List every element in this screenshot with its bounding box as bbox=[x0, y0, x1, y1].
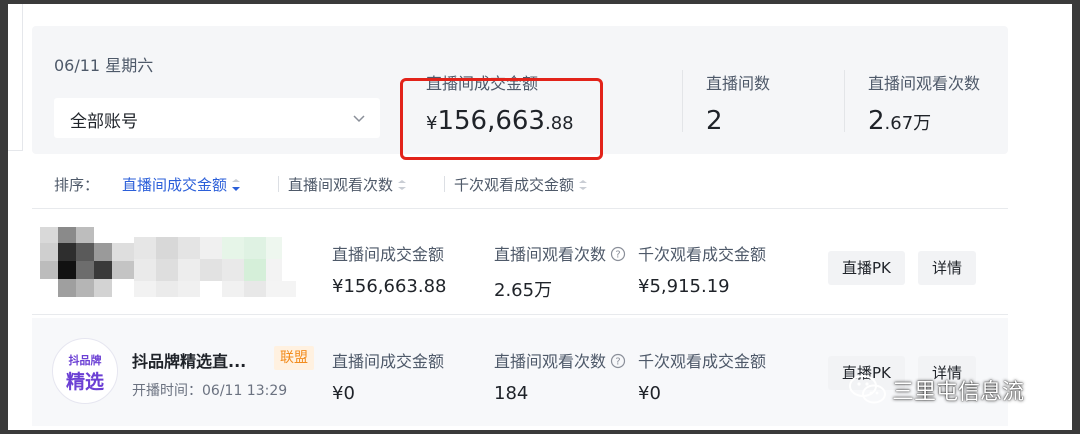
row-gmv-column: 直播间成交金额 ¥0 bbox=[332, 348, 444, 404]
sort-option-gmv[interactable]: 直播间成交金额 bbox=[122, 174, 241, 195]
store-logo-line2: 精选 bbox=[65, 371, 104, 393]
sort-icon bbox=[579, 179, 588, 190]
sort-option-label: 直播间观看次数 bbox=[288, 176, 394, 194]
row-per-thousand-column: 千次观看成交金额 ¥0 bbox=[638, 348, 766, 404]
highlight-box bbox=[400, 78, 603, 160]
metric-views-label: 直播间观看次数 bbox=[868, 74, 981, 93]
sort-option-label: 千次观看成交金额 bbox=[454, 176, 575, 194]
info-icon[interactable]: ? bbox=[610, 353, 626, 369]
row-per-thousand-label: 千次观看成交金额 bbox=[638, 352, 767, 371]
divider bbox=[32, 208, 1008, 209]
svg-text:?: ? bbox=[615, 250, 620, 261]
row-gmv-label: 直播间成交金额 bbox=[332, 352, 445, 371]
live-pk-button[interactable]: 直播PK bbox=[828, 251, 905, 285]
live-room-row: 抖品牌 精选 抖品牌精选直... 联盟 开播时间：06/11 13:29 直播间… bbox=[32, 318, 1008, 426]
metric-views-value: 2.67万 bbox=[868, 106, 980, 136]
blurred-thumbnail-image bbox=[40, 227, 296, 297]
row-views-label-text: 直播间观看次数 bbox=[494, 245, 607, 264]
start-time: 开播时间：06/11 13:29 bbox=[132, 383, 288, 399]
row-per-thousand-label: 千次观看成交金额 bbox=[638, 245, 767, 264]
chevron-down-icon bbox=[353, 115, 365, 123]
sort-icon bbox=[398, 179, 407, 190]
sort-desc-icon bbox=[232, 178, 241, 191]
sort-divider bbox=[444, 176, 445, 192]
row-gmv-column: 直播间成交金额 ¥156,663.88 bbox=[332, 241, 447, 297]
info-icon[interactable]: ? bbox=[610, 246, 626, 262]
sort-label: 排序： bbox=[54, 176, 100, 194]
row-views-label: 直播间观看次数? bbox=[494, 348, 626, 372]
metric-views-value-decimal: .67万 bbox=[884, 113, 932, 134]
row-views-value: 184 bbox=[494, 383, 529, 404]
dashboard-panel: 06/11 星期六 全部账号 直播间成交金额 ¥156,663.88 直播间数 … bbox=[8, 4, 1072, 430]
metric-room-count: 直播间数 2 bbox=[706, 70, 770, 136]
room-name[interactable]: 抖品牌精选直... bbox=[132, 348, 246, 372]
metric-views: 直播间观看次数 2.67万 bbox=[868, 70, 980, 136]
watermark-text: 三里屯信息流 bbox=[892, 380, 1025, 405]
details-button[interactable]: 详情 bbox=[918, 251, 977, 285]
row-views-label-text: 直播间观看次数 bbox=[494, 352, 607, 371]
sort-option-label: 直播间成交金额 bbox=[122, 176, 228, 194]
summary-card: 06/11 星期六 全部账号 直播间成交金额 ¥156,663.88 直播间数 … bbox=[32, 26, 1008, 160]
sort-option-per-thousand[interactable]: 千次观看成交金额 bbox=[454, 174, 588, 195]
left-edge-panel bbox=[8, 4, 23, 151]
row-gmv-label: 直播间成交金额 bbox=[332, 245, 445, 264]
metric-room-count-value: 2 bbox=[706, 106, 770, 136]
row-views-column: 直播间观看次数? 2.65万 bbox=[494, 241, 626, 302]
row-per-thousand-value: ¥0 bbox=[638, 383, 661, 404]
wechat-icon bbox=[849, 375, 886, 404]
row-views-column: 直播间观看次数? 184 bbox=[494, 348, 626, 404]
divider bbox=[32, 314, 1008, 315]
store-logo-line1: 抖品牌 bbox=[68, 354, 102, 367]
account-select-value: 全部账号 bbox=[70, 112, 138, 132]
date-label: 06/11 星期六 bbox=[54, 56, 154, 75]
row-views-value: 2.65万 bbox=[494, 280, 553, 301]
metric-divider bbox=[682, 70, 683, 132]
row-gmv-value: ¥156,663.88 bbox=[332, 276, 447, 297]
metric-room-count-label: 直播间数 bbox=[706, 74, 771, 93]
metric-room-count-value-main: 2 bbox=[706, 106, 723, 136]
store-logo: 抖品牌 精选 bbox=[52, 338, 118, 404]
metric-divider bbox=[844, 70, 845, 132]
metric-views-value-main: 2 bbox=[868, 106, 885, 136]
sort-divider bbox=[278, 176, 279, 192]
svg-text:?: ? bbox=[615, 357, 620, 368]
row-per-thousand-value: ¥5,915.19 bbox=[638, 276, 730, 297]
live-room-row: 直播间成交金额 ¥156,663.88 直播间观看次数? 2.65万 千次观看成… bbox=[32, 211, 1008, 313]
row-gmv-value: ¥0 bbox=[332, 383, 355, 404]
alliance-tag: 联盟 bbox=[274, 346, 314, 370]
sort-option-views[interactable]: 直播间观看次数 bbox=[288, 174, 407, 195]
row-per-thousand-column: 千次观看成交金额 ¥5,915.19 bbox=[638, 241, 766, 297]
row-views-label: 直播间观看次数? bbox=[494, 241, 626, 265]
account-select[interactable]: 全部账号 bbox=[54, 98, 380, 138]
